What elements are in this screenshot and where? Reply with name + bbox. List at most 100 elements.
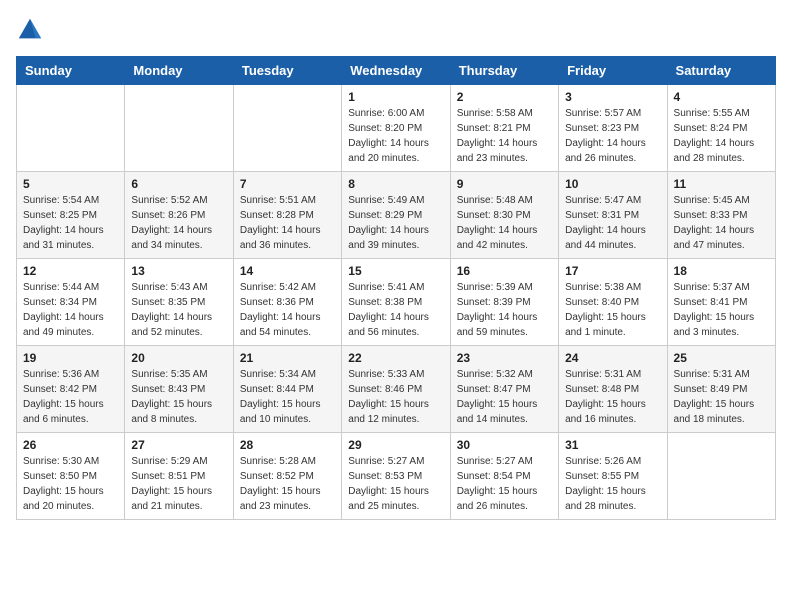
day-info: Sunrise: 5:38 AM Sunset: 8:40 PM Dayligh… (565, 280, 660, 340)
day-number: 11 (674, 177, 769, 191)
col-saturday: Saturday (667, 57, 775, 85)
day-info: Sunrise: 5:32 AM Sunset: 8:47 PM Dayligh… (457, 367, 552, 427)
day-info: Sunrise: 5:42 AM Sunset: 8:36 PM Dayligh… (240, 280, 335, 340)
logo-icon (16, 16, 44, 44)
calendar-header-row: Sunday Monday Tuesday Wednesday Thursday… (17, 57, 776, 85)
day-info: Sunrise: 5:27 AM Sunset: 8:53 PM Dayligh… (348, 454, 443, 514)
calendar-cell: 5 Sunrise: 5:54 AM Sunset: 8:25 PM Daylig… (17, 172, 125, 259)
calendar-cell: 26 Sunrise: 5:30 AM Sunset: 8:50 PM Dayli… (17, 433, 125, 520)
day-number: 27 (131, 438, 226, 452)
day-number: 31 (565, 438, 660, 452)
day-info: Sunrise: 5:43 AM Sunset: 8:35 PM Dayligh… (131, 280, 226, 340)
day-info: Sunrise: 5:57 AM Sunset: 8:23 PM Dayligh… (565, 106, 660, 166)
day-info: Sunrise: 5:35 AM Sunset: 8:43 PM Dayligh… (131, 367, 226, 427)
day-number: 29 (348, 438, 443, 452)
logo (16, 16, 48, 44)
day-info: Sunrise: 5:44 AM Sunset: 8:34 PM Dayligh… (23, 280, 118, 340)
day-info: Sunrise: 5:31 AM Sunset: 8:48 PM Dayligh… (565, 367, 660, 427)
day-number: 4 (674, 90, 769, 104)
day-number: 6 (131, 177, 226, 191)
day-number: 22 (348, 351, 443, 365)
day-number: 2 (457, 90, 552, 104)
calendar-cell: 30Sunrise: 5:27 AM Sunset: 8:54 PM Dayli… (450, 433, 558, 520)
day-number: 16 (457, 264, 552, 278)
day-info: Sunrise: 5:28 AM Sunset: 8:52 PM Dayligh… (240, 454, 335, 514)
day-number: 14 (240, 264, 335, 278)
col-thursday: Thursday (450, 57, 558, 85)
day-number: 19 (23, 351, 118, 365)
page-header (16, 16, 776, 44)
calendar-cell: 20Sunrise: 5:35 AM Sunset: 8:43 PM Dayli… (125, 346, 233, 433)
page-container: Sunday Monday Tuesday Wednesday Thursday… (0, 0, 792, 530)
day-number: 17 (565, 264, 660, 278)
day-number: 10 (565, 177, 660, 191)
calendar-cell: 2 Sunrise: 5:58 AM Sunset: 8:21 PM Daylig… (450, 85, 558, 172)
calendar-cell: 10 Sunrise: 5:47 AM Sunset: 8:31 PM Dayli… (559, 172, 667, 259)
calendar-cell: 24 Sunrise: 5:31 AM Sunset: 8:48 PM Dayli… (559, 346, 667, 433)
day-info: Sunrise: 5:55 AM Sunset: 8:24 PM Dayligh… (674, 106, 769, 166)
calendar-cell: 16 Sunrise: 5:39 AM Sunset: 8:39 PM Dayli… (450, 259, 558, 346)
calendar-cell: 14 Sunrise: 5:42 AM Sunset: 8:36 PM Dayli… (233, 259, 341, 346)
calendar-cell: 7Sunrise: 5:51 AM Sunset: 8:28 PM Daylig… (233, 172, 341, 259)
col-wednesday: Wednesday (342, 57, 450, 85)
day-info: Sunrise: 5:45 AM Sunset: 8:33 PM Dayligh… (674, 193, 769, 253)
calendar-cell: 1 Sunrise: 6:00 AM Sunset: 8:20 PM Daylig… (342, 85, 450, 172)
calendar-week-row: 1 Sunrise: 6:00 AM Sunset: 8:20 PM Daylig… (17, 85, 776, 172)
day-info: Sunrise: 5:34 AM Sunset: 8:44 PM Dayligh… (240, 367, 335, 427)
calendar-cell: 15 Sunrise: 5:41 AM Sunset: 8:38 PM Dayli… (342, 259, 450, 346)
calendar-cell (17, 85, 125, 172)
calendar-cell: 9 Sunrise: 5:48 AM Sunset: 8:30 PM Daylig… (450, 172, 558, 259)
calendar-week-row: 19 Sunrise: 5:36 AM Sunset: 8:42 PM Dayli… (17, 346, 776, 433)
day-info: Sunrise: 5:39 AM Sunset: 8:39 PM Dayligh… (457, 280, 552, 340)
calendar-cell: 28Sunrise: 5:28 AM Sunset: 8:52 PM Dayli… (233, 433, 341, 520)
calendar-week-row: 12 Sunrise: 5:44 AM Sunset: 8:34 PM Dayli… (17, 259, 776, 346)
calendar-week-row: 5 Sunrise: 5:54 AM Sunset: 8:25 PM Daylig… (17, 172, 776, 259)
calendar-cell (233, 85, 341, 172)
calendar-cell: 23 Sunrise: 5:32 AM Sunset: 8:47 PM Dayli… (450, 346, 558, 433)
day-number: 30 (457, 438, 552, 452)
calendar-cell: 19 Sunrise: 5:36 AM Sunset: 8:42 PM Dayli… (17, 346, 125, 433)
col-monday: Monday (125, 57, 233, 85)
day-number: 23 (457, 351, 552, 365)
day-info: Sunrise: 5:31 AM Sunset: 8:49 PM Dayligh… (674, 367, 769, 427)
day-info: Sunrise: 6:00 AM Sunset: 8:20 PM Dayligh… (348, 106, 443, 166)
day-info: Sunrise: 5:49 AM Sunset: 8:29 PM Dayligh… (348, 193, 443, 253)
calendar-cell: 27 Sunrise: 5:29 AM Sunset: 8:51 PM Dayli… (125, 433, 233, 520)
calendar-cell: 4 Sunrise: 5:55 AM Sunset: 8:24 PM Daylig… (667, 85, 775, 172)
day-info: Sunrise: 5:26 AM Sunset: 8:55 PM Dayligh… (565, 454, 660, 514)
day-number: 9 (457, 177, 552, 191)
day-info: Sunrise: 5:33 AM Sunset: 8:46 PM Dayligh… (348, 367, 443, 427)
day-number: 15 (348, 264, 443, 278)
calendar-cell: 18Sunrise: 5:37 AM Sunset: 8:41 PM Dayli… (667, 259, 775, 346)
calendar-cell: 11 Sunrise: 5:45 AM Sunset: 8:33 PM Dayli… (667, 172, 775, 259)
calendar-table: Sunday Monday Tuesday Wednesday Thursday… (16, 56, 776, 520)
day-info: Sunrise: 5:51 AM Sunset: 8:28 PM Dayligh… (240, 193, 335, 253)
calendar-cell: 17 Sunrise: 5:38 AM Sunset: 8:40 PM Dayli… (559, 259, 667, 346)
day-number: 5 (23, 177, 118, 191)
calendar-cell: 3Sunrise: 5:57 AM Sunset: 8:23 PM Daylig… (559, 85, 667, 172)
day-number: 21 (240, 351, 335, 365)
calendar-cell: 22 Sunrise: 5:33 AM Sunset: 8:46 PM Dayli… (342, 346, 450, 433)
day-info: Sunrise: 5:36 AM Sunset: 8:42 PM Dayligh… (23, 367, 118, 427)
day-info: Sunrise: 5:47 AM Sunset: 8:31 PM Dayligh… (565, 193, 660, 253)
calendar-cell: 6Sunrise: 5:52 AM Sunset: 8:26 PM Daylig… (125, 172, 233, 259)
calendar-cell: 29 Sunrise: 5:27 AM Sunset: 8:53 PM Dayli… (342, 433, 450, 520)
day-number: 26 (23, 438, 118, 452)
calendar-cell (667, 433, 775, 520)
day-number: 24 (565, 351, 660, 365)
day-info: Sunrise: 5:54 AM Sunset: 8:25 PM Dayligh… (23, 193, 118, 253)
col-friday: Friday (559, 57, 667, 85)
col-tuesday: Tuesday (233, 57, 341, 85)
day-number: 8 (348, 177, 443, 191)
day-info: Sunrise: 5:41 AM Sunset: 8:38 PM Dayligh… (348, 280, 443, 340)
day-number: 12 (23, 264, 118, 278)
day-number: 1 (348, 90, 443, 104)
calendar-cell: 25 Sunrise: 5:31 AM Sunset: 8:49 PM Dayli… (667, 346, 775, 433)
day-info: Sunrise: 5:30 AM Sunset: 8:50 PM Dayligh… (23, 454, 118, 514)
day-info: Sunrise: 5:48 AM Sunset: 8:30 PM Dayligh… (457, 193, 552, 253)
col-sunday: Sunday (17, 57, 125, 85)
calendar-cell: 8 Sunrise: 5:49 AM Sunset: 8:29 PM Daylig… (342, 172, 450, 259)
day-info: Sunrise: 5:29 AM Sunset: 8:51 PM Dayligh… (131, 454, 226, 514)
day-number: 25 (674, 351, 769, 365)
day-info: Sunrise: 5:58 AM Sunset: 8:21 PM Dayligh… (457, 106, 552, 166)
